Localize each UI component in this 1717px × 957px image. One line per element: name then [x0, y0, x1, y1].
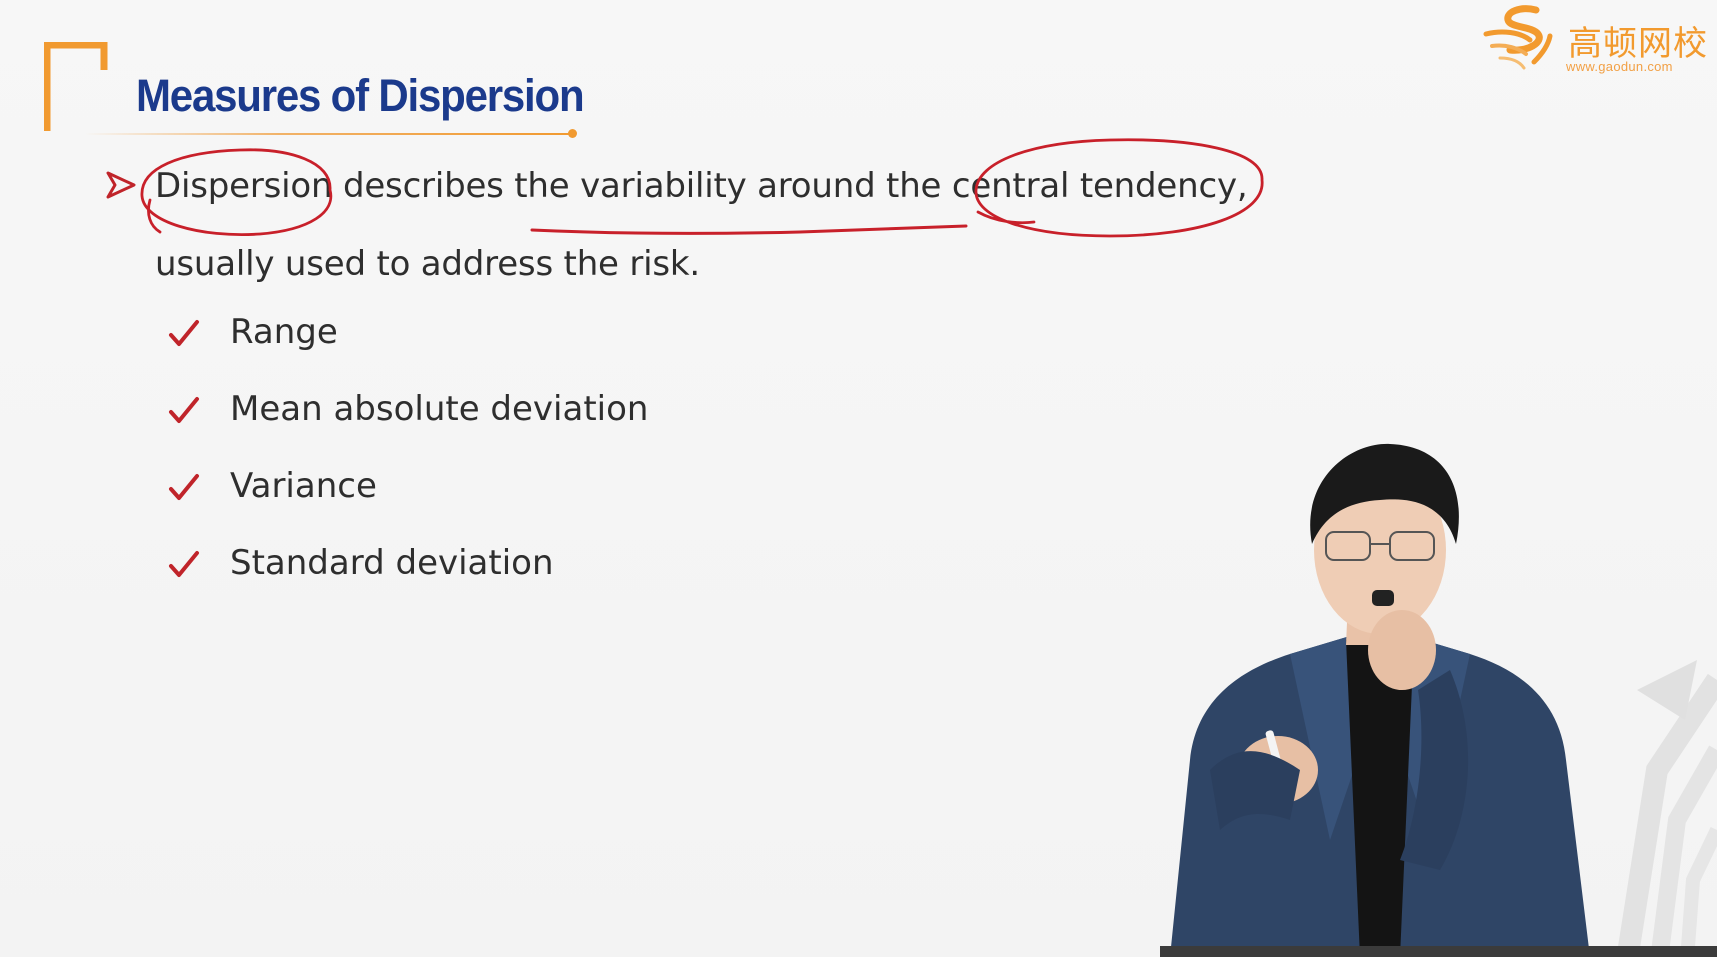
list-item-label: Range	[230, 312, 338, 352]
underline-annotation	[530, 224, 968, 235]
list-item: Mean absolute deviation	[168, 389, 648, 466]
logo-chinese-text: 高顿网校	[1568, 24, 1708, 64]
title-bracket-icon	[44, 42, 108, 131]
list-item-label: Mean absolute deviation	[230, 389, 649, 429]
presenter-image	[1170, 443, 1590, 957]
list-item-label: Standard deviation	[230, 543, 554, 583]
gaodun-logo: 高顿网校 www.gaodun.com	[1480, 2, 1715, 80]
checkmark-icon	[169, 320, 199, 346]
checkmark-icon	[169, 551, 199, 577]
intro-line-2: usually used to address the risk.	[155, 244, 701, 284]
intro-end-text: ,	[1236, 166, 1248, 206]
title-underline	[84, 133, 572, 135]
list-item: Range	[168, 312, 648, 389]
arrowhead-bullet-icon	[106, 171, 136, 199]
title-underline-dot	[568, 129, 577, 138]
list-item: Standard deviation	[168, 543, 648, 620]
slide-title: Measures of Dispersion	[136, 70, 585, 121]
slide: Measures of Dispersion 高顿网校 www.gaodun.c…	[0, 0, 1717, 957]
term-central-tendency: central tendency	[951, 166, 1237, 206]
gaodun-logo-mark-icon	[1483, 5, 1553, 70]
intro-line-1: Dispersion describes the variability aro…	[155, 166, 1248, 206]
intro-middle-text: describes the variability around the	[332, 166, 952, 206]
logo-url: www.gaodun.com	[1566, 59, 1673, 74]
list-item-label: Variance	[230, 466, 377, 506]
desk-edge	[1160, 946, 1717, 957]
checkmark-icon	[169, 397, 199, 423]
list-item: Variance	[168, 466, 648, 543]
checkmark-icon	[169, 474, 199, 500]
dispersion-measures-list: Range Mean absolute deviation Variance S…	[168, 312, 648, 620]
term-dispersion: Dispersion	[155, 166, 333, 206]
